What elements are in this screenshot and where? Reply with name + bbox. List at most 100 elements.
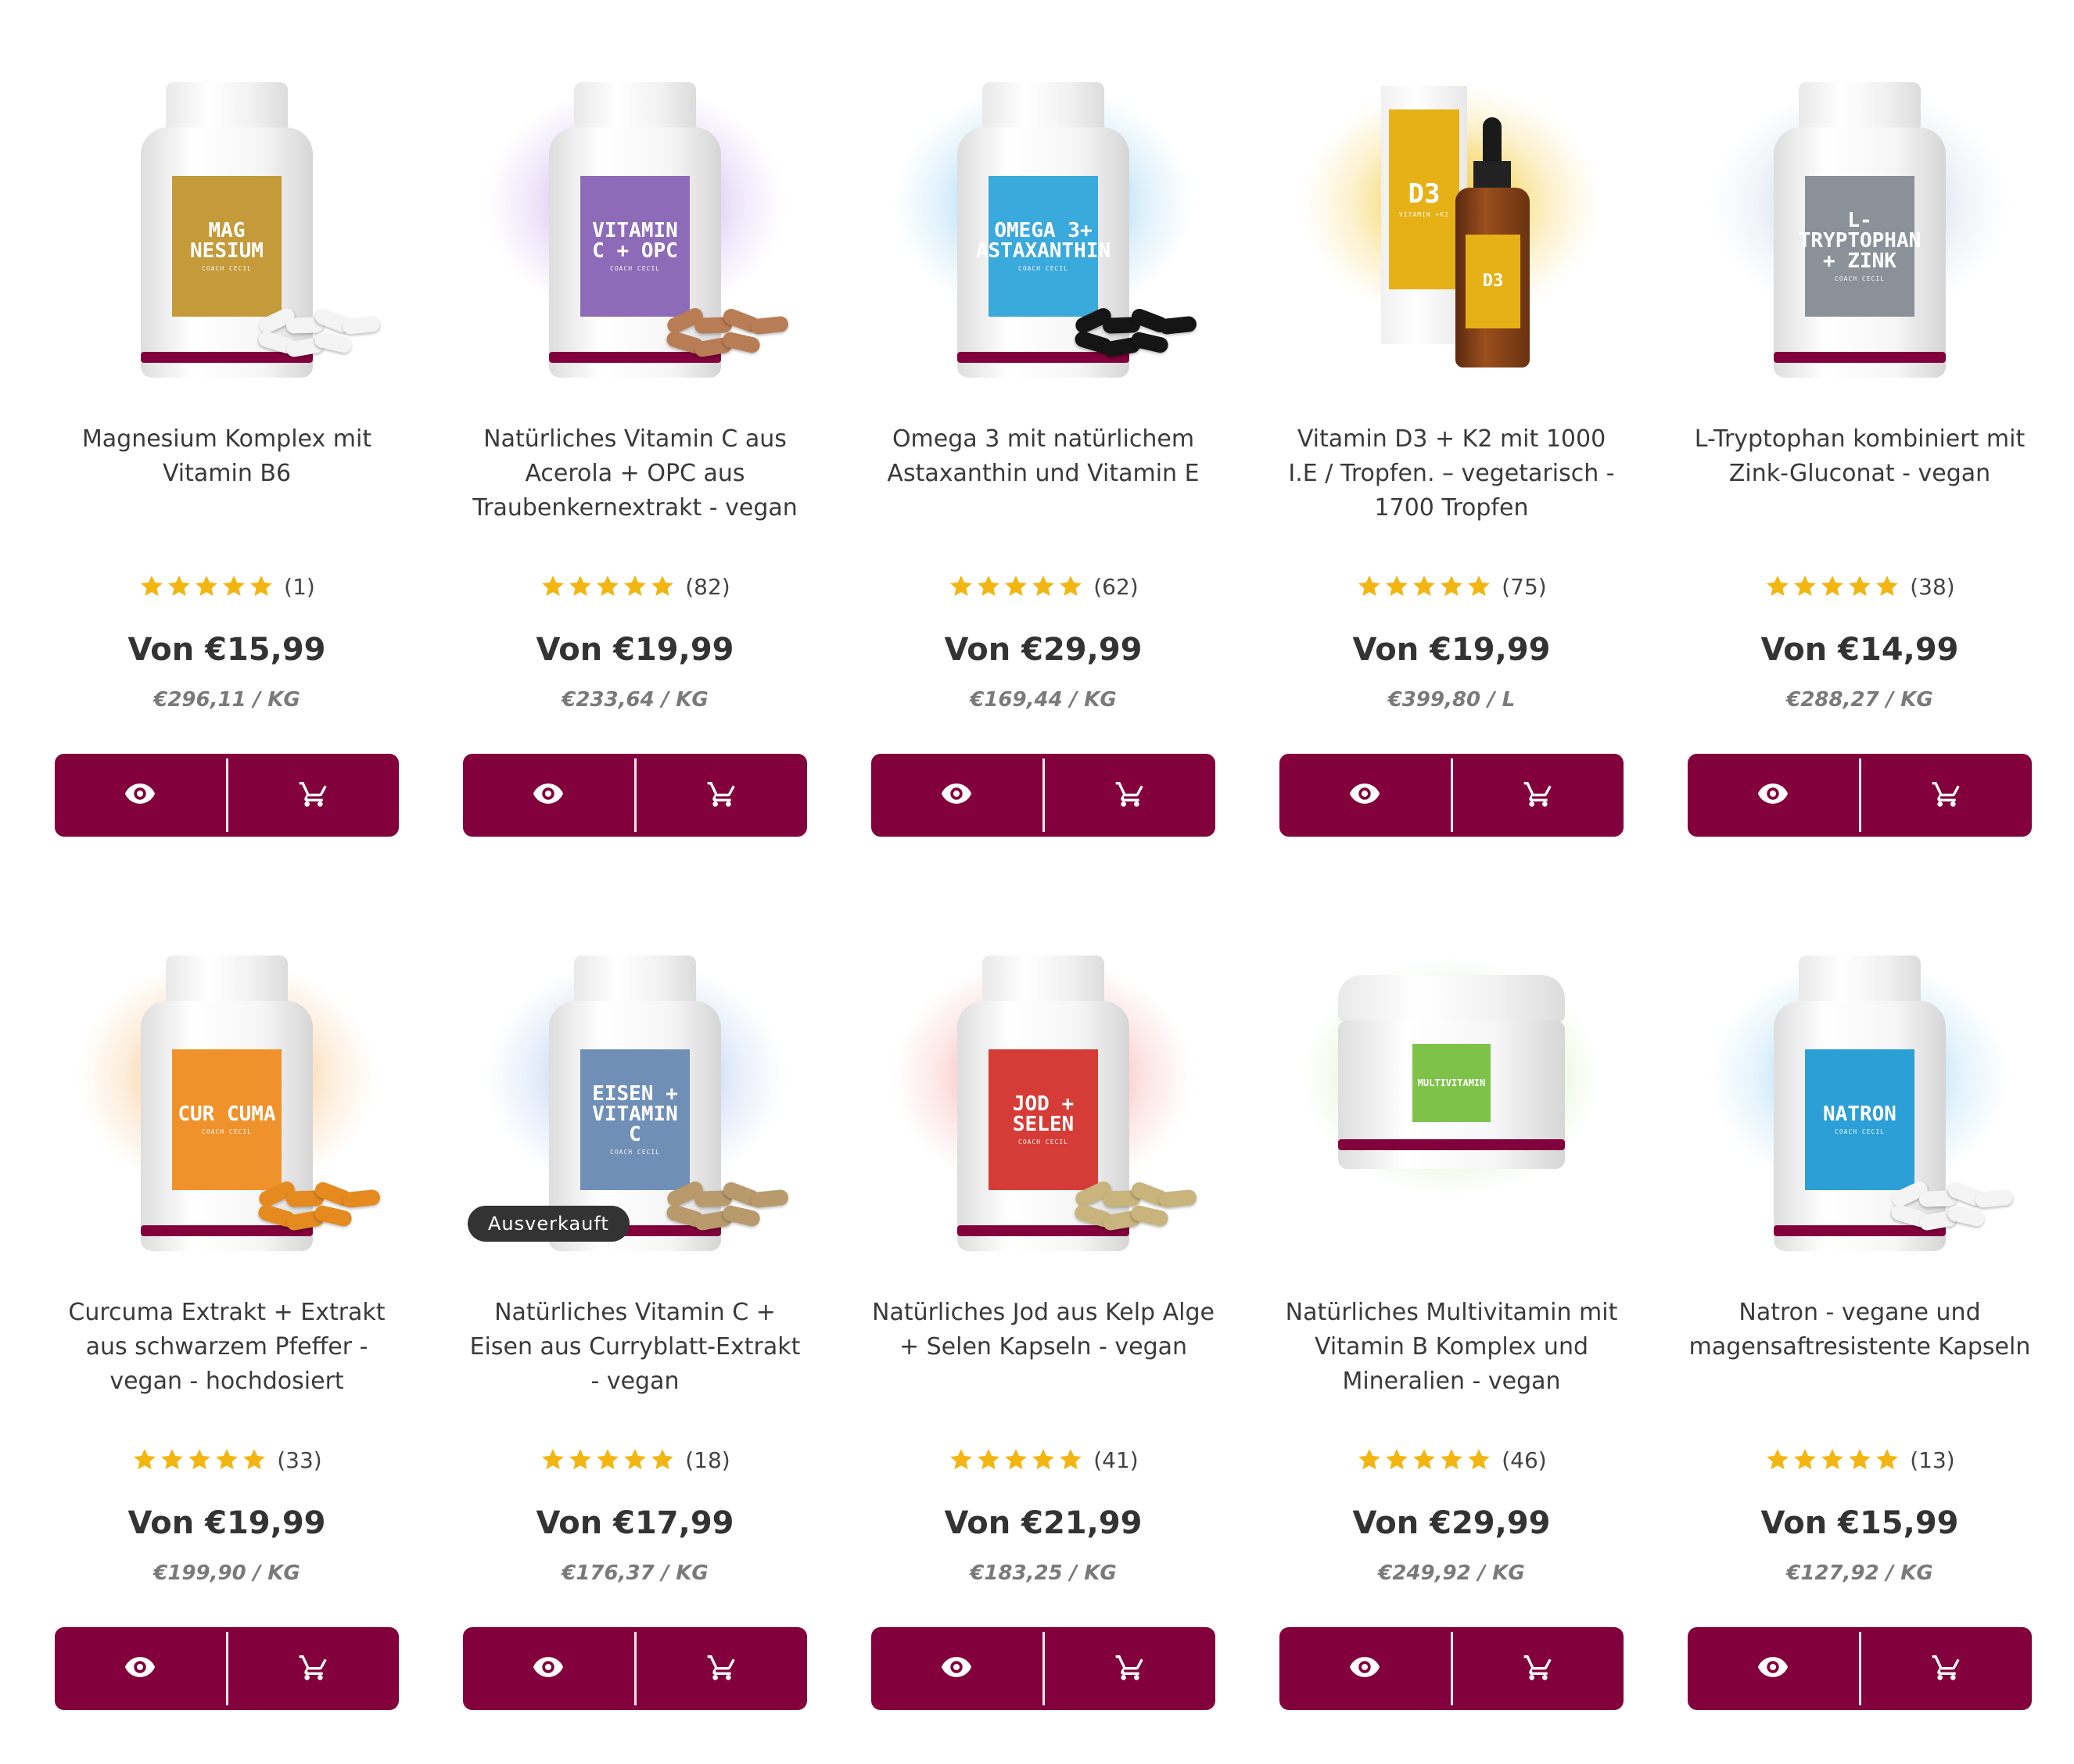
star-icon [186, 1447, 213, 1473]
product-title[interactable]: Curcuma Extrakt + Extrakt aus schwarzem … [55, 1296, 399, 1399]
review-count: (38) [1910, 573, 1955, 600]
star-icon [1846, 1447, 1873, 1473]
star-icon [1819, 573, 1846, 600]
cart-icon [1931, 1651, 1962, 1686]
star-icon [594, 1447, 621, 1473]
add-to-cart-button[interactable] [1861, 754, 2033, 837]
add-to-cart-button[interactable] [637, 754, 808, 837]
cart-icon [1114, 778, 1146, 812]
star-icon [594, 573, 621, 600]
button-divider [225, 758, 228, 832]
star-icon [166, 573, 192, 600]
product-title[interactable]: Vitamin D3 + K2 mit 1000 I.E / Tropfen. … [1279, 422, 1624, 525]
star-icon [131, 1447, 158, 1473]
quick-view-button[interactable] [463, 1627, 634, 1710]
quick-view-button[interactable] [55, 1627, 226, 1710]
star-icon [567, 573, 594, 600]
review-count: (75) [1502, 573, 1547, 600]
product-rating: (62) [871, 571, 1215, 602]
quick-view-button[interactable] [871, 754, 1042, 837]
add-to-cart-button[interactable] [1045, 1627, 1216, 1710]
quick-view-button[interactable] [1688, 1627, 1859, 1710]
product-title[interactable]: Magnesium Komplex mit Vitamin B6 [55, 422, 399, 491]
product-image[interactable]: OMEGA 3+ ASTAXANTHIN COACH CECIL [871, 0, 1215, 378]
star-icon [138, 573, 165, 600]
cart-icon [1931, 778, 1962, 812]
capsules [250, 305, 383, 368]
star-icon [1846, 573, 1873, 600]
product-title[interactable]: Natron - vegane und magensaftresistente … [1688, 1296, 2032, 1364]
unit-price: €199,90 / KG [153, 1561, 300, 1585]
product-title[interactable]: Natürliches Jod aus Kelp Alge + Selen Ka… [871, 1296, 1215, 1364]
star-icon [948, 573, 974, 600]
button-divider [225, 1632, 228, 1705]
product-title[interactable]: Omega 3 mit natürlichem Astaxanthin und … [871, 422, 1215, 491]
product-title[interactable]: Natürliches Vitamin C aus Acerola + OPC … [463, 422, 807, 525]
product-title[interactable]: Natürliches Vitamin C + Eisen aus Curryb… [463, 1296, 807, 1399]
star-icon [649, 573, 676, 600]
cart-icon [706, 1651, 737, 1686]
quick-view-button[interactable] [1279, 1627, 1451, 1710]
quick-view-button[interactable] [1279, 754, 1451, 837]
rating-stars [948, 573, 1084, 600]
star-icon [1874, 573, 1900, 600]
star-icon [1466, 573, 1492, 600]
quick-view-button[interactable] [463, 754, 634, 837]
product-image[interactable]: L-TRYPTOPHAN + ZINK COACH CECIL [1688, 0, 2032, 378]
product-rating: (38) [1688, 571, 2032, 602]
product-actions [871, 754, 1215, 837]
add-to-cart-button[interactable] [1453, 1627, 1624, 1710]
product-price: Von €19,99 [1352, 632, 1551, 668]
product-image[interactable]: EISEN + VITAMIN C COACH CECIL [463, 873, 807, 1251]
product-rating: (18) [463, 1444, 807, 1475]
add-to-cart-button[interactable] [1045, 754, 1216, 837]
add-to-cart-button[interactable] [1453, 754, 1624, 837]
product-image[interactable]: MULTIVITAMIN [1279, 873, 1624, 1241]
star-icon [193, 573, 220, 600]
product-title[interactable]: Natürliches Multivitamin mit Vitamin B K… [1279, 1296, 1624, 1399]
add-to-cart-button[interactable] [228, 1627, 400, 1710]
star-icon [1003, 1447, 1029, 1473]
product-title[interactable]: L-Tryptophan kombiniert mit Zink-Glucona… [1688, 422, 2032, 491]
eye-icon [1756, 776, 1790, 814]
button-divider [1858, 758, 1861, 832]
product-rating: (75) [1279, 571, 1624, 602]
star-icon [1383, 573, 1410, 600]
star-icon [1438, 1447, 1465, 1473]
product-rating: (33) [55, 1444, 399, 1475]
star-icon [1383, 1447, 1410, 1473]
add-to-cart-button[interactable] [1861, 1627, 2033, 1710]
star-icon [975, 573, 1002, 600]
product-image[interactable]: CUR CUMA COACH CECIL [55, 873, 399, 1251]
button-divider [633, 758, 637, 832]
product-price: Von €15,99 [127, 632, 326, 668]
add-to-cart-button[interactable] [637, 1627, 808, 1710]
star-icon [159, 1447, 185, 1473]
quick-view-button[interactable] [1688, 754, 1859, 837]
product-image[interactable]: VITAMIN C + OPC COACH CECIL [463, 0, 807, 378]
quick-view-button[interactable] [55, 754, 226, 837]
capsules [1883, 1178, 2016, 1241]
quick-view-button[interactable] [871, 1627, 1042, 1710]
product-image[interactable]: MAG NESIUM COACH CECIL [55, 0, 399, 378]
star-icon [1819, 1447, 1846, 1473]
product-actions [871, 1627, 1215, 1710]
cart-icon [298, 1651, 329, 1686]
star-icon [540, 573, 566, 600]
star-icon [1356, 1447, 1383, 1473]
capsules [1067, 305, 1200, 368]
unit-price: €183,25 / KG [970, 1561, 1117, 1585]
product-image[interactable]: JOD + SELEN COACH CECIL [871, 873, 1215, 1251]
button-divider [1858, 1632, 1861, 1705]
product-actions [1279, 754, 1624, 837]
add-to-cart-button[interactable] [228, 754, 400, 837]
rating-stars [1356, 573, 1492, 600]
product-image[interactable]: NATRON COACH CECIL [1688, 873, 2032, 1251]
product-price: Von €17,99 [536, 1505, 734, 1541]
product-price: Von €21,99 [944, 1505, 1143, 1541]
product-image[interactable]: D3 VITAMIN +K2 D3 [1279, 0, 1624, 368]
review-count: (46) [1502, 1447, 1547, 1473]
product-actions [1279, 1627, 1624, 1710]
star-icon [1438, 573, 1465, 600]
eye-icon [531, 1650, 565, 1687]
